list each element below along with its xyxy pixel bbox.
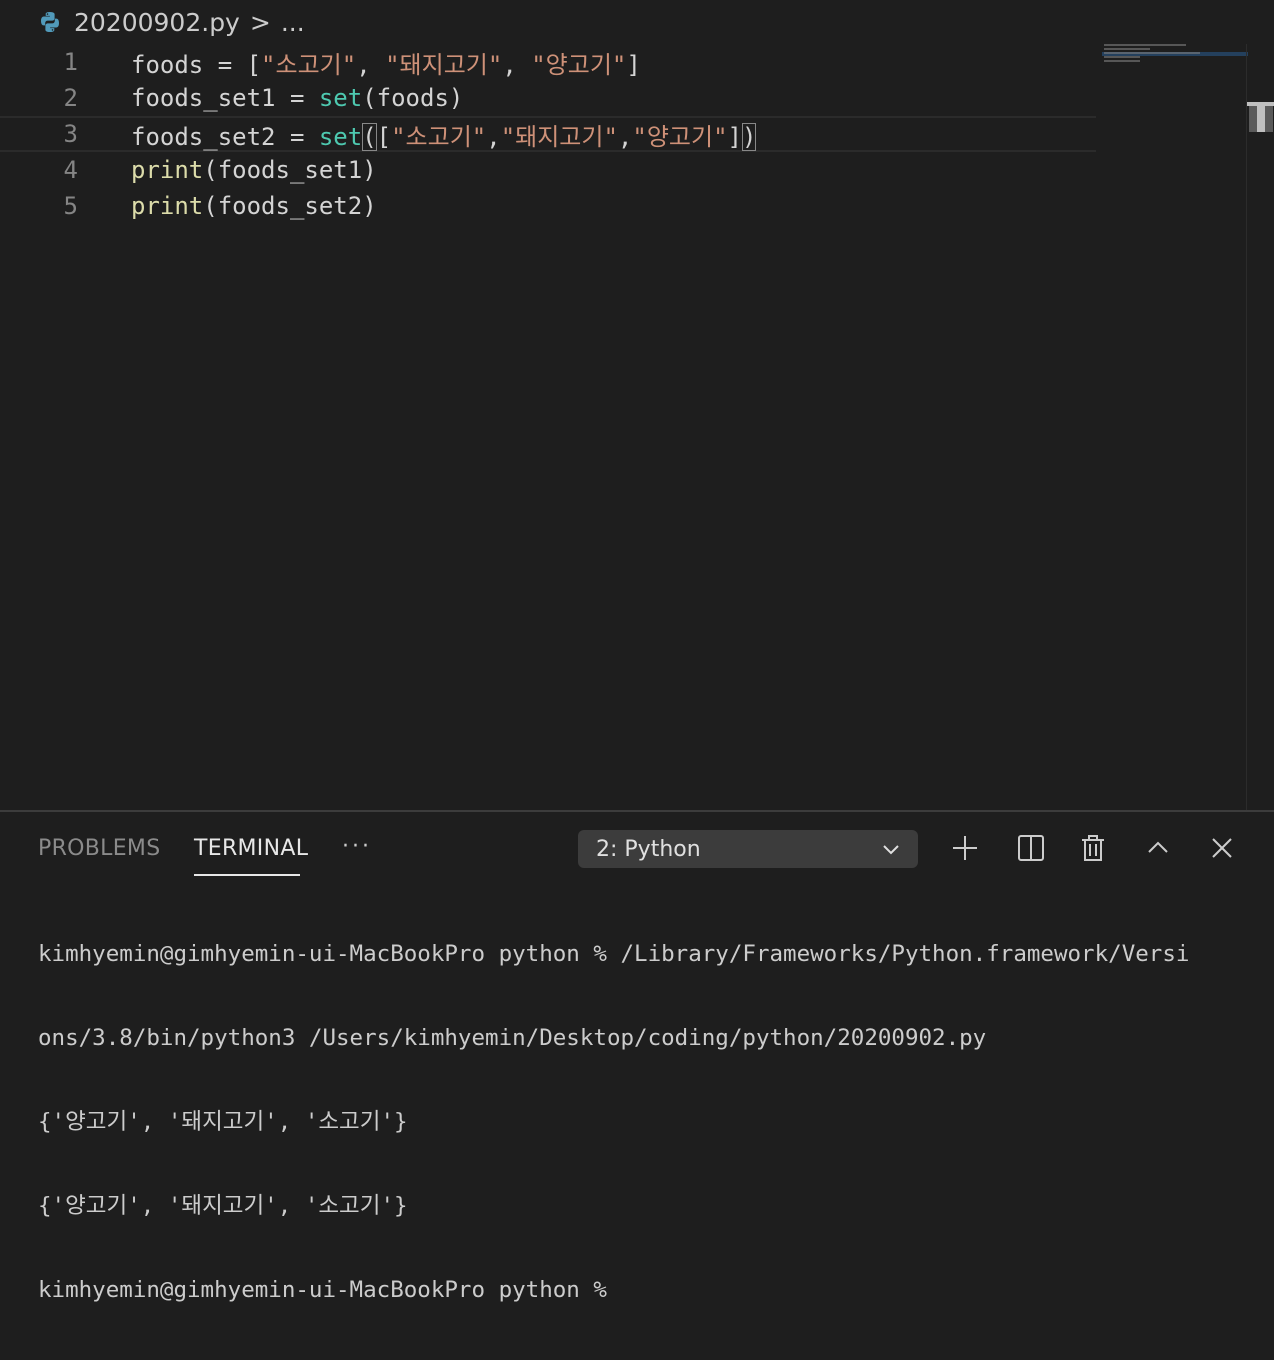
string-token: "소고기" [261,50,357,79]
line-number: 4 [63,156,78,184]
code-text: foods = ["소고기", "돼지고기", "양고기"] [131,45,641,80]
code-token: ] [626,50,641,79]
string-token: "양고기" [531,50,627,79]
function-token: print [131,192,204,220]
minimap-line [1104,60,1140,62]
code-token: foods_set2 = [131,122,319,151]
terminal-select[interactable]: 2: Python [578,830,918,868]
matched-bracket: ) [741,122,757,151]
breadcrumb-symbols[interactable]: ... [281,8,305,37]
minimap-line [1104,56,1140,58]
terminal-select-value: 2: Python [596,836,701,862]
bottom-panel: PROBLEMS TERMINAL ··· 2: Python kimhyemi… [0,810,1274,1303]
active-tab-indicator [194,874,300,876]
code-text: foods_set1 = set(foods) [131,84,463,112]
code-line[interactable]: 4 print(foods_set1) [0,152,1096,188]
breadcrumb-separator: > [249,7,271,37]
string-token: "양고기" [632,122,728,151]
builtin-token: set [318,84,363,112]
builtin-token: set [318,122,363,151]
matched-bracket: ( [362,122,377,151]
plus-icon [953,836,977,860]
terminal-output[interactable]: kimhyemin@gimhyemin-ui-MacBookPro python… [38,884,1258,1360]
new-terminal-button[interactable] [947,830,983,866]
code-text: print(foods_set1) [131,156,377,184]
code-line[interactable]: 2 foods_set1 = set(foods) [0,80,1096,116]
terminal-line: kimhyemin@gimhyemin-ui-MacBookPro python… [38,941,1190,967]
terminal-line: ons/3.8/bin/python3 /Users/kimhyemin/Des… [38,1025,987,1051]
code-token: foods = [ [131,50,262,79]
maximize-panel-button[interactable] [1140,830,1176,866]
code-line[interactable]: 5 print(foods_set2) [0,188,1096,224]
code-token: [ [376,122,392,151]
code-text: print(foods_set2) [131,192,377,220]
code-token: , [486,122,501,151]
tab-problems[interactable]: PROBLEMS [38,836,160,861]
code-token: , [356,50,386,79]
tab-terminal[interactable]: TERMINAL [194,836,308,861]
trash-icon [1082,835,1104,861]
terminal-line: {'양고기', '돼지고기', '소고기'} [38,1193,408,1219]
scrollbar-cursor-marker-stem [1257,102,1265,132]
minimap-line [1104,44,1186,46]
more-actions-button[interactable]: ··· [342,834,372,859]
minimap-line [1104,48,1150,50]
line-number: 2 [63,84,78,112]
chevron-up-icon [1148,841,1168,853]
split-icon [1018,835,1044,861]
code-token: , [617,122,633,151]
split-terminal-button[interactable] [1013,830,1049,866]
code-token: , [502,50,532,79]
line-number: 3 [63,120,78,148]
editor-scrollbar[interactable] [1246,44,1274,810]
line-number: 5 [63,192,78,220]
code-line[interactable]: 3 foods_set2 = set(["소고기","돼지고기","양고기"]) [0,116,1096,152]
code-token: (foods) [362,84,464,112]
code-token: ] [727,122,742,151]
kill-terminal-button[interactable] [1075,830,1111,866]
terminal-line: {'양고기', '돼지고기', '소고기'} [38,1109,408,1135]
string-token: "돼지고기" [500,122,618,151]
close-panel-button[interactable] [1204,830,1240,866]
string-token: "소고기" [391,122,487,151]
panel-tabs: PROBLEMS TERMINAL ··· 2: Python [0,812,1274,882]
terminal-prompt: kimhyemin@gimhyemin-ui-MacBookPro python… [38,1277,621,1303]
minimap[interactable] [1102,44,1248,84]
code-token: (foods_set2) [203,192,377,220]
line-number: 1 [63,48,78,76]
string-token: "돼지고기" [385,50,503,79]
code-token: (foods_set1) [203,156,377,184]
breadcrumb: 20200902.py > ... [0,0,1274,44]
python-icon [41,12,59,32]
chevron-down-icon [883,845,899,855]
function-token: print [131,156,204,184]
breadcrumb-file[interactable]: 20200902.py [74,8,240,37]
code-text: foods_set2 = set(["소고기","돼지고기","양고기"]) [131,117,757,152]
code-line[interactable]: 1 foods = ["소고기", "돼지고기", "양고기"] [0,44,1096,80]
code-token: foods_set1 = [131,84,319,112]
minimap-line [1104,52,1200,54]
code-editor[interactable]: 1 foods = ["소고기", "돼지고기", "양고기"] 2 foods_se… [0,44,1274,810]
close-icon [1212,838,1232,858]
